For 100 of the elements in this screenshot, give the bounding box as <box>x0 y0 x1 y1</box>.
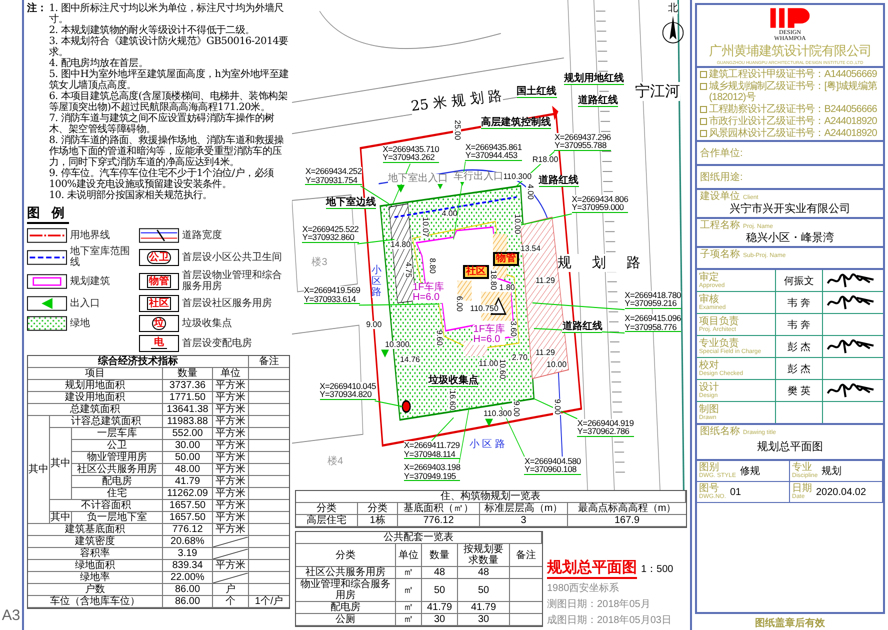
certificate-text: 市政行业设计乙级证书号：A244018920 <box>709 116 877 127</box>
road-name: 25 米 规 划 路 <box>410 86 504 116</box>
dimension-label: 10.300 <box>384 340 410 349</box>
certificate-text: 建筑工程设计甲级证书号：A144056669 <box>709 69 877 80</box>
table-cell: 839.34 <box>163 560 213 572</box>
table-header: 分类 <box>296 544 396 567</box>
dimension-label: 18.80 <box>489 270 498 290</box>
table-cell: 规划用地面积 <box>28 380 163 392</box>
plan-label: 地下室出入口 <box>388 174 448 184</box>
coordinate-label: X=2669419.569 <box>304 286 360 295</box>
table-cell: 167.9 <box>568 515 686 527</box>
plan-label: 1F车库 H=6.0 <box>473 325 505 346</box>
table-cell: 13641.38 <box>163 404 213 416</box>
legend-label: 道路宽度 <box>182 230 222 240</box>
plan-label: 国土红线 <box>516 86 557 98</box>
symbol-icon: 社区 <box>139 294 179 312</box>
table-cell: 高层住宅 <box>296 515 358 527</box>
table-cell: 绿地率 <box>28 572 163 584</box>
dimension-label: 110.300 <box>484 410 512 418</box>
dimension-label: R18.00 <box>532 156 558 164</box>
coordinate-label: X=2669411.729 <box>404 441 460 450</box>
table-header: 标准层层高（m） <box>480 503 568 515</box>
coordinate-label: Y=370955.788 <box>554 141 611 150</box>
table-cell: 3 <box>480 515 568 527</box>
table-cell: 建筑密度 <box>28 536 163 548</box>
note-text: 1. 图中所标注尺寸均以米为单位，标注尺寸均为外墙尺寸。 <box>49 3 285 25</box>
certificate-text: 城乡规划编制乙级证书号：[粤]城规编第(182012)号 <box>709 81 878 103</box>
scale-label: 1：500 <box>641 563 674 576</box>
note-text: 2. 本规划建筑物的耐火等级设计不得低于二级。 <box>49 25 255 36</box>
table-title: 住、构筑物规划一览表 <box>296 491 686 503</box>
table-cell: 48.00 <box>163 464 213 476</box>
table-cell: 平方米 <box>213 500 249 512</box>
table-cell: 个 <box>213 596 249 608</box>
coordinate-label: X=2669418.780 <box>624 290 681 300</box>
field-label: 合作单位: <box>700 148 743 159</box>
table-cell: 41.79 <box>458 602 510 614</box>
table-cell: 住宅 <box>72 488 163 500</box>
signer-name: 彭 杰 <box>788 340 810 354</box>
note-text: 7. 消防车道与建筑之间不应设置妨碍消防车操作的树木、架空管线等障碍物。 <box>49 113 276 135</box>
plan-label: 道路红线 <box>562 322 602 333</box>
coordinate-label: X=2669435.710 <box>382 144 439 154</box>
table-cell: ㎡ <box>396 579 422 602</box>
table-header: 数量 <box>163 368 213 380</box>
dimension-label: 4.00 <box>526 184 534 200</box>
table-cell: 776.12 <box>398 515 480 527</box>
table-header: 分类 <box>358 503 398 515</box>
table-title: 综合经济技术指标 <box>28 356 249 368</box>
coordinate-label: X=2669404.580 <box>524 456 581 466</box>
table-cell: 物业管理和综合服务用房 <box>296 579 396 602</box>
coordinate-label: X=2669403.198 <box>404 463 460 472</box>
dimension-label: 11.29 <box>536 277 555 286</box>
table-cell: 平方米 <box>213 392 249 404</box>
table-cell: 平方米 <box>213 464 249 476</box>
table-header: 单位 <box>213 368 249 380</box>
field-label: 专业 <box>792 462 812 473</box>
table-cell: 不计容面积 <box>50 500 163 512</box>
table-cell: 22.00% <box>163 572 213 584</box>
field-label: 图纸名称 <box>700 426 740 437</box>
table-cell: 平方米 <box>213 380 249 392</box>
table-cell: 平方米 <box>213 524 249 536</box>
coordinate-label: X=2669434.806 <box>572 194 628 204</box>
table-header: 基底面积（㎡） <box>398 503 480 515</box>
north-label: 北 <box>668 4 678 14</box>
table-header: 备注 <box>510 544 542 567</box>
table-cell: 86.00 <box>163 584 213 596</box>
drawing-title: 规划总平面图 <box>547 558 637 579</box>
road-name: 宁江河 <box>634 82 680 102</box>
garbage-point-icon <box>402 400 411 413</box>
dimension-label: 110.750 <box>470 305 498 314</box>
field-value: 规划总平面图 <box>757 439 823 455</box>
table-cell: 50 <box>422 579 458 602</box>
bullet-icon <box>700 83 707 90</box>
table-cell: 总建筑面积 <box>28 404 163 416</box>
table-cell: 48 <box>422 567 458 579</box>
plan-label: 楼3 <box>312 258 328 268</box>
plan-label: 1F车库 H=6.0 <box>412 282 444 303</box>
plan-label: 地下室边线 <box>326 198 376 210</box>
table-cell: 41.79 <box>422 602 458 614</box>
field-value: 01 <box>730 486 742 498</box>
bullet-icon <box>700 130 707 137</box>
table-cell: 建筑基底面积 <box>28 524 163 536</box>
dimension-label: 110.300 <box>503 172 532 181</box>
legend-label: 出入口 <box>70 298 100 308</box>
legend-title: 图 例 <box>27 204 69 224</box>
note-text: 9. 停车位。汽车停车位住宅不少于1个泊位/户，必须100%建设充电设施或预留建设安装条件。 <box>49 168 275 190</box>
sheet-size-label: A3 <box>2 607 20 624</box>
facility-tag: 社区 <box>463 265 490 280</box>
role-label: 校对 <box>699 360 719 370</box>
signer-name: 樊 英 <box>788 384 810 398</box>
table-cell: ㎡ <box>396 614 422 626</box>
table-cell: 配电房 <box>72 476 163 488</box>
plan-label: 高层建筑控制线 <box>481 118 552 130</box>
table-cell: 30 <box>458 614 510 626</box>
entrance-arrow-icon <box>381 350 389 358</box>
table-cell: 11262.09 <box>163 488 213 500</box>
bullet-icon <box>700 106 707 113</box>
note-text: 10. 未说明部分按国家相关规范执行。 <box>49 190 212 201</box>
table-cell: 其中 <box>50 512 72 524</box>
table-cell: 3737.36 <box>163 380 213 392</box>
table-title: 公共配套一览表 <box>296 532 542 544</box>
